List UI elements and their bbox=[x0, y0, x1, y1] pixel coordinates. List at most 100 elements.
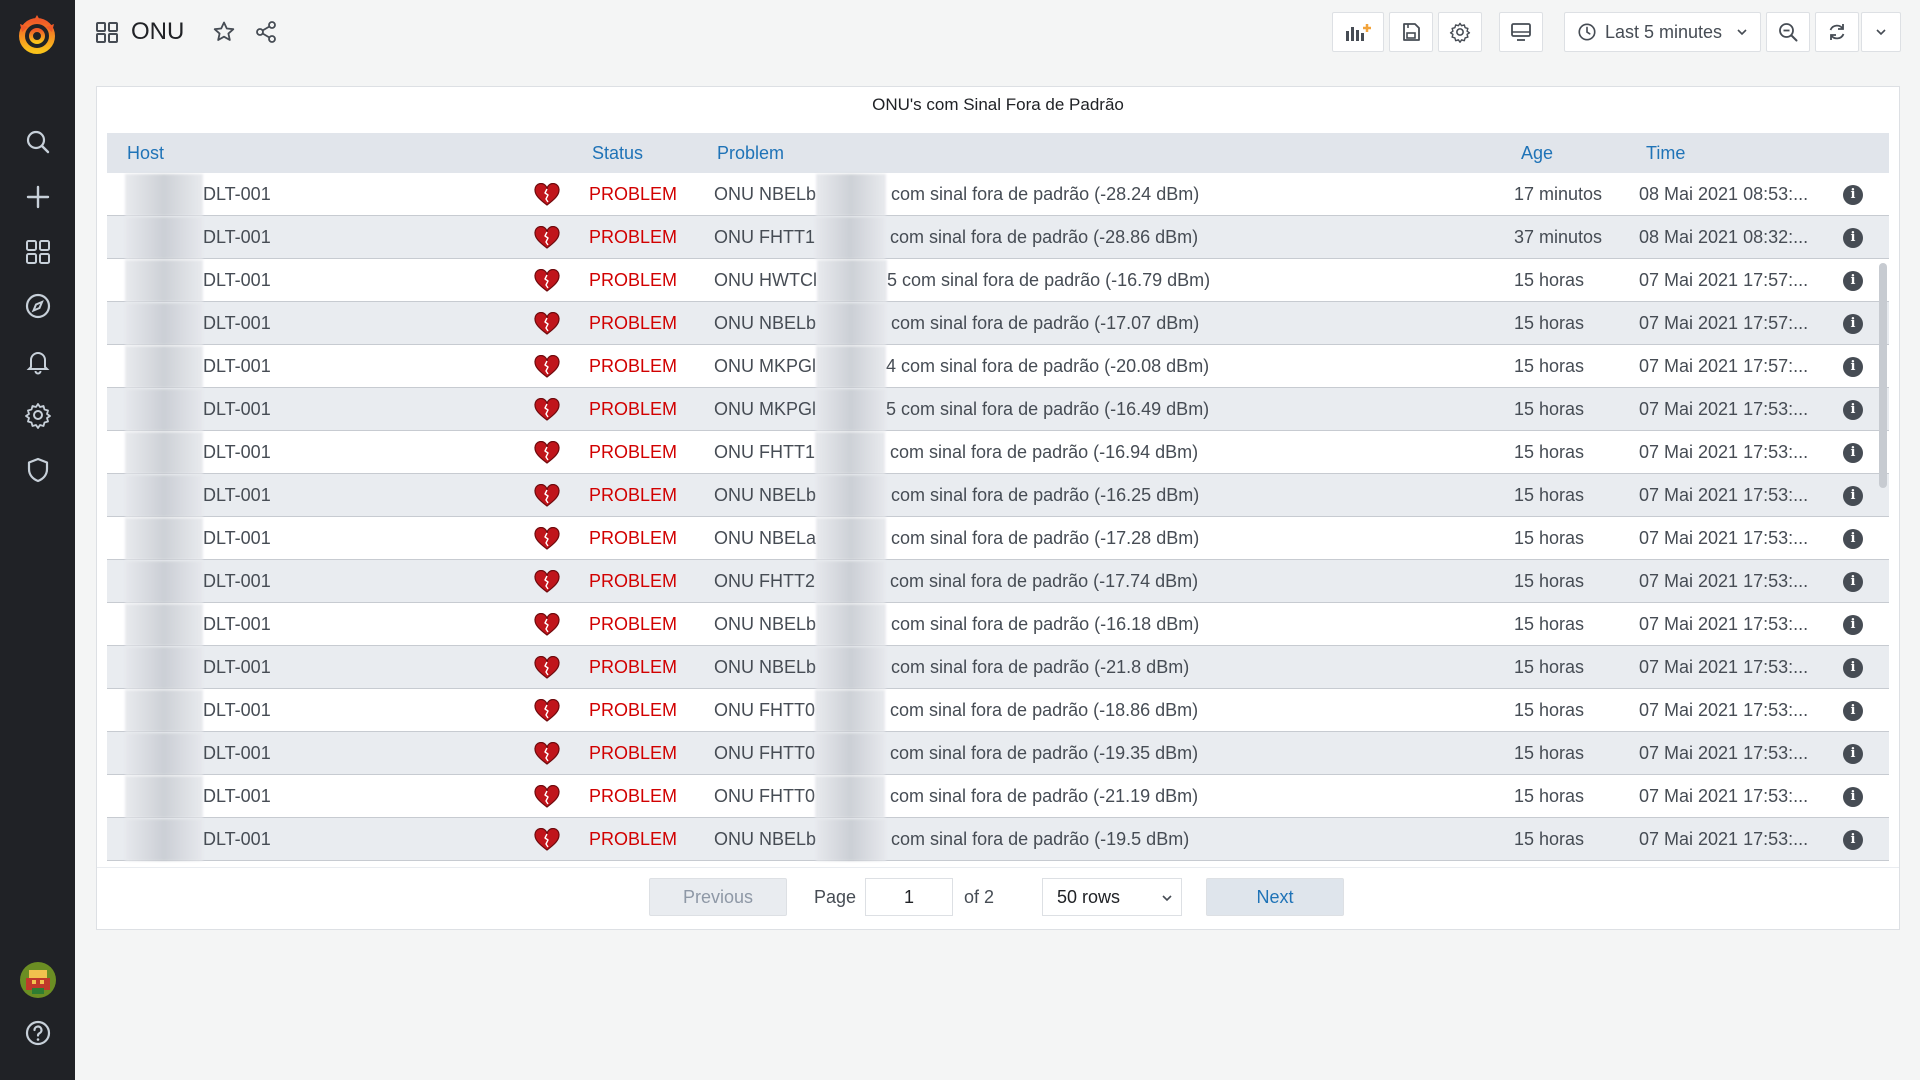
table-row[interactable]: DLT-001 PROBLEM ONU NBELb com sinal fora d… bbox=[107, 603, 1889, 647]
host-suffix: DLT-001 bbox=[203, 442, 271, 462]
problem-cell[interactable]: ONU FHTT0 com sinal fora de padrão (-21.… bbox=[714, 775, 1199, 819]
scrollbar-thumb[interactable] bbox=[1879, 263, 1887, 488]
problem-suffix: com sinal fora de padrão (-16.18 dBm) bbox=[886, 614, 1200, 634]
dashboards-grid-icon[interactable] bbox=[16, 230, 60, 274]
dashboard-settings-button[interactable] bbox=[1438, 12, 1482, 52]
table-row[interactable]: DLT-001 PROBLEM ONU FHTT1 com sinal fora d… bbox=[107, 431, 1889, 475]
explore-compass-icon[interactable] bbox=[16, 284, 60, 328]
table-row[interactable]: DLT-001 PROBLEM ONU NBELa com sinal fora d… bbox=[107, 517, 1889, 561]
info-icon[interactable]: i bbox=[1843, 658, 1863, 678]
info-icon[interactable]: i bbox=[1843, 357, 1863, 377]
info-icon[interactable]: i bbox=[1843, 314, 1863, 334]
rows-per-page-select[interactable]: 50 rows bbox=[1042, 878, 1182, 916]
info-icon[interactable]: i bbox=[1843, 615, 1863, 635]
problem-cell[interactable]: ONU MKPGl 5 com sinal fora de padrão (-16… bbox=[714, 388, 1209, 432]
problem-suffix: com sinal fora de padrão (-16.25 dBm) bbox=[886, 485, 1200, 505]
host-suffix: DLT-001 bbox=[203, 614, 271, 634]
host-suffix: DLT-001 bbox=[203, 356, 271, 376]
panel-title[interactable]: ONU's com Sinal Fora de Padrão bbox=[97, 87, 1899, 123]
grafana-logo-icon[interactable] bbox=[14, 12, 60, 58]
problem-prefix: ONU NBELb bbox=[714, 313, 817, 333]
info-icon[interactable]: i bbox=[1843, 572, 1863, 592]
server-admin-shield-icon[interactable] bbox=[16, 448, 60, 492]
next-page-button[interactable]: Next bbox=[1206, 878, 1344, 916]
table-scrollbar[interactable] bbox=[1879, 263, 1887, 533]
info-icon[interactable]: i bbox=[1843, 271, 1863, 291]
table-row[interactable]: DLT-001 PROBLEM ONU NBELb com sinal fora d… bbox=[107, 646, 1889, 690]
configuration-gear-icon[interactable] bbox=[16, 393, 60, 437]
page-number-input[interactable]: 1 bbox=[865, 878, 953, 916]
problem-prefix: ONU NBELb bbox=[714, 614, 817, 634]
dashboard-title[interactable]: ONU bbox=[131, 18, 184, 46]
zoom-out-button[interactable] bbox=[1766, 12, 1810, 52]
info-icon[interactable]: i bbox=[1843, 185, 1863, 205]
column-header-status[interactable]: Status bbox=[592, 133, 643, 173]
problem-cell[interactable]: ONU NBELb com sinal fora de padrão (-19.… bbox=[714, 818, 1189, 862]
info-icon[interactable]: i bbox=[1843, 400, 1863, 420]
host-cell: DLT-001 bbox=[125, 259, 271, 303]
problem-cell[interactable]: ONU NBELa com sinal fora de padrão (-17.… bbox=[714, 517, 1199, 561]
problem-cell[interactable]: ONU FHTT1 com sinal fora de padrão (-16.… bbox=[714, 431, 1198, 475]
problem-suffix: com sinal fora de padrão (-21.19 dBm) bbox=[885, 786, 1199, 806]
info-icon[interactable]: i bbox=[1843, 529, 1863, 549]
problem-cell[interactable]: ONU HWTCl 5 com sinal fora de padrão (-16… bbox=[714, 259, 1210, 303]
table-row[interactable]: DLT-001 PROBLEM ONU FHTT0 com sinal fora d… bbox=[107, 775, 1889, 819]
problem-cell[interactable]: ONU NBELb com sinal fora de padrão (-21.… bbox=[714, 646, 1189, 690]
problem-cell[interactable]: ONU NBELb com sinal fora de padrão (-28.… bbox=[714, 173, 1199, 217]
save-dashboard-button[interactable] bbox=[1389, 12, 1433, 52]
add-panel-button[interactable] bbox=[1332, 12, 1384, 52]
problem-cell[interactable]: ONU FHTT0 com sinal fora de padrão (-19.… bbox=[714, 732, 1198, 776]
table-row[interactable]: DLT-001 PROBLEM ONU FHTT0 com sinal fora d… bbox=[107, 732, 1889, 776]
problems-panel: ONU's com Sinal Fora de Padrão Host Stat… bbox=[96, 86, 1900, 930]
help-icon[interactable] bbox=[16, 1011, 60, 1055]
table-row[interactable]: DLT-001 PROBLEM ONU HWTCl 5 com sinal fora … bbox=[107, 259, 1889, 303]
table-row[interactable]: DLT-001 PROBLEM ONU MKPGl 5 com sinal fora … bbox=[107, 388, 1889, 432]
table-row[interactable]: DLT-001 PROBLEM ONU FHTT0 com sinal fora d… bbox=[107, 689, 1889, 733]
table-row[interactable]: DLT-001 PROBLEM ONU FHTT2 com sinal fora d… bbox=[107, 560, 1889, 604]
table-row[interactable]: DLT-001 PROBLEM ONU NBELb com sinal fora d… bbox=[107, 173, 1889, 217]
problem-prefix: ONU MKPGl bbox=[714, 399, 817, 419]
host-cell: DLT-001 bbox=[125, 216, 271, 260]
user-avatar[interactable] bbox=[20, 962, 56, 998]
table-row[interactable]: DLT-001 PROBLEM ONU FHTT1 com sinal fora d… bbox=[107, 216, 1889, 260]
table-row[interactable]: DLT-001 PROBLEM ONU MKPGl 4 com sinal fora … bbox=[107, 345, 1889, 389]
info-icon[interactable]: i bbox=[1843, 701, 1863, 721]
column-header-problem[interactable]: Problem bbox=[717, 133, 784, 173]
chevron-down-icon bbox=[1737, 29, 1747, 36]
problem-cell[interactable]: ONU MKPGl 4 com sinal fora de padrão (-20… bbox=[714, 345, 1209, 389]
chevron-down-icon bbox=[1876, 29, 1886, 36]
search-icon[interactable] bbox=[16, 120, 60, 164]
share-icon[interactable] bbox=[254, 20, 278, 44]
problem-cell[interactable]: ONU NBELb com sinal fora de padrão (-17.… bbox=[714, 302, 1199, 346]
problem-cell[interactable]: ONU NBELb com sinal fora de padrão (-16.… bbox=[714, 474, 1200, 518]
refresh-button[interactable] bbox=[1815, 12, 1859, 52]
info-icon[interactable]: i bbox=[1843, 228, 1863, 248]
table-row[interactable]: DLT-001 PROBLEM ONU NBELb com sinal fora d… bbox=[107, 302, 1889, 346]
problem-cell[interactable]: ONU FHTT1 com sinal fora de padrão (-28.… bbox=[714, 216, 1199, 260]
create-plus-icon[interactable] bbox=[16, 175, 60, 219]
column-header-age[interactable]: Age bbox=[1521, 133, 1553, 173]
info-icon[interactable]: i bbox=[1843, 744, 1863, 764]
time-range-picker[interactable]: Last 5 minutes bbox=[1564, 12, 1761, 52]
previous-page-button[interactable]: Previous bbox=[649, 878, 787, 916]
age-cell: 15 horas bbox=[1514, 829, 1585, 849]
status-cell: PROBLEM bbox=[589, 270, 678, 290]
redacted-serial bbox=[816, 518, 887, 561]
problem-suffix: com sinal fora de padrão (-28.86 dBm) bbox=[885, 227, 1199, 247]
info-icon[interactable]: i bbox=[1843, 443, 1863, 463]
info-icon[interactable]: i bbox=[1843, 486, 1863, 506]
star-icon[interactable] bbox=[212, 20, 236, 44]
problem-cell[interactable]: ONU FHTT0 com sinal fora de padrão (-18.… bbox=[714, 689, 1198, 733]
problem-cell[interactable]: ONU FHTT2 com sinal fora de padrão (-17.… bbox=[714, 560, 1198, 604]
column-header-host[interactable]: Host bbox=[127, 133, 164, 173]
refresh-interval-dropdown[interactable] bbox=[1861, 12, 1901, 52]
rows-per-page-value: 50 rows bbox=[1057, 887, 1121, 907]
info-icon[interactable]: i bbox=[1843, 830, 1863, 850]
cycle-view-mode-button[interactable] bbox=[1499, 12, 1543, 52]
info-icon[interactable]: i bbox=[1843, 787, 1863, 807]
table-row[interactable]: DLT-001 PROBLEM ONU NBELb com sinal fora d… bbox=[107, 474, 1889, 518]
column-header-time[interactable]: Time bbox=[1646, 133, 1685, 173]
alerting-bell-icon[interactable] bbox=[16, 339, 60, 383]
table-row[interactable]: DLT-001 PROBLEM ONU NBELb com sinal fora d… bbox=[107, 818, 1889, 862]
problem-cell[interactable]: ONU NBELb com sinal fora de padrão (-16.… bbox=[714, 603, 1200, 647]
